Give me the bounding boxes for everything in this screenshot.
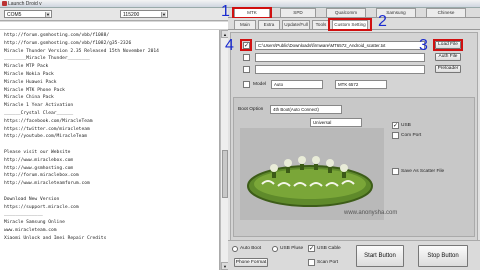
log-line: Miracle MTK Phone Pack bbox=[4, 87, 65, 93]
scatter-path-field[interactable]: C:\Users\Public\Downloads\firmware\MT657… bbox=[255, 41, 425, 50]
log-panel[interactable]: http://forum.gsmhosting.com/vbb/f1088/ht… bbox=[0, 30, 220, 270]
file-checkbox-3[interactable] bbox=[243, 66, 250, 73]
baud-combo-value: 115200 bbox=[123, 12, 140, 18]
annotation-2: 2 bbox=[378, 13, 387, 30]
logo-panel bbox=[240, 128, 384, 220]
tab-update-full[interactable]: Update/Full bbox=[282, 20, 310, 29]
highlight-box-2 bbox=[328, 18, 372, 31]
phone-format-button[interactable]: Phone Format bbox=[234, 258, 268, 267]
baud-combo[interactable]: 115200 ▼ bbox=[120, 10, 168, 18]
log-line: Miracle Thunder Version 2.35 Released 15… bbox=[4, 48, 159, 54]
port-combo-value: COM5 bbox=[7, 12, 22, 18]
chevron-down-icon[interactable]: ▼ bbox=[161, 12, 166, 17]
log-line: Miracle China Pack bbox=[4, 95, 54, 101]
scan-port-checkbox[interactable] bbox=[308, 259, 315, 266]
tab-chinese[interactable]: Chinese bbox=[426, 8, 466, 17]
bottom-bar: Auto Boot USB Pluse ✓ USB Cable Phone Fo… bbox=[228, 240, 480, 270]
tab-extra[interactable]: Extra bbox=[258, 20, 280, 29]
log-line: www.miracleteam.com bbox=[4, 227, 57, 233]
save-scatter-label: Save As Scatter File bbox=[401, 169, 445, 174]
right-panel: MTK SPD Qualcomm Samsung Chinese 1 Main … bbox=[221, 4, 480, 270]
preloader-path-field[interactable] bbox=[255, 65, 425, 74]
log-line: Miracle Huawei Pack bbox=[4, 79, 57, 85]
log-line: ______________ bbox=[4, 212, 43, 218]
anonysha-logo bbox=[247, 156, 373, 207]
start-button[interactable]: Start Button bbox=[356, 245, 404, 267]
chevron-down-icon[interactable]: ▼ bbox=[45, 12, 50, 17]
window-title: Launch Droid v bbox=[8, 1, 42, 7]
log-line: http://www.miraclebox.com bbox=[4, 157, 74, 163]
file-checkbox-1[interactable]: ✓ bbox=[243, 42, 250, 49]
log-header bbox=[0, 22, 228, 30]
auto-boot-radio[interactable] bbox=[232, 246, 238, 252]
annotation-4: 4 bbox=[225, 37, 234, 54]
com-port-label: Com Port bbox=[401, 133, 422, 138]
annotation-3: 3 bbox=[419, 37, 428, 54]
load-file-button[interactable]: Load File bbox=[435, 41, 461, 49]
options-panel: Boot Option 4th Boot(Auto Connect) Unive… bbox=[233, 97, 475, 237]
chip-combo[interactable]: MTK 6572 bbox=[335, 80, 387, 89]
usb-checkbox[interactable]: ✓ bbox=[392, 122, 399, 129]
boot-option-label: Boot Option bbox=[238, 107, 264, 112]
usb-cable-label: USB Cable bbox=[317, 246, 341, 251]
tab-main[interactable]: Main bbox=[234, 20, 256, 29]
port-combo[interactable]: COM5 ▼ bbox=[4, 10, 52, 18]
watermark-text: www.anonysha.com bbox=[344, 210, 398, 216]
log-line: Please visit our Website bbox=[4, 149, 71, 155]
left-toolbar: COM5 ▼ 115200 ▼ bbox=[0, 8, 228, 21]
log-line: http://forum.gsmhosting.com/vbb/f1088/ bbox=[4, 33, 110, 38]
tab-spd[interactable]: SPD bbox=[280, 8, 316, 17]
preloader-button[interactable]: Preloader bbox=[435, 65, 461, 73]
log-line: Miracle 1 Year Activation bbox=[4, 103, 74, 109]
log-line: https://support.miracle.com bbox=[4, 204, 79, 210]
model-checkbox[interactable] bbox=[243, 81, 250, 88]
log-line: ______Crystal Clear______ bbox=[4, 110, 74, 116]
usb-pluse-label: USB Pluse bbox=[280, 246, 304, 251]
auth-file-button[interactable]: Auth File bbox=[435, 53, 461, 61]
log-line: Miracle Nokia Pack bbox=[4, 71, 54, 77]
log-line: http://www.gsmhosting.com bbox=[4, 165, 74, 171]
app-icon bbox=[2, 1, 7, 6]
save-scatter-checkbox[interactable] bbox=[392, 168, 399, 175]
log-line: http://youtube.com/MiracleTeam bbox=[4, 134, 87, 140]
log-line: http://www.miracleteamforum.com bbox=[4, 181, 90, 187]
tab-qualcomm[interactable]: Qualcomm bbox=[326, 8, 366, 17]
auto-boot-label: Auto Boot bbox=[240, 246, 262, 251]
connection-combo[interactable]: Universal bbox=[310, 118, 362, 127]
file-checkbox-2[interactable] bbox=[243, 54, 250, 61]
model-combo[interactable]: Auto bbox=[271, 80, 323, 89]
log-line: ________Miracle Thunder________ bbox=[4, 56, 90, 62]
auth-path-field[interactable] bbox=[255, 53, 425, 62]
log-scrollbar[interactable]: ▲ ▼ bbox=[220, 30, 229, 270]
log-line: Xiaomi Unlock and Imei Repair Credits bbox=[4, 235, 107, 241]
com-port-checkbox[interactable] bbox=[392, 132, 399, 139]
log-line: http://forum.miraclebox.com bbox=[4, 173, 79, 179]
usb-label: USB bbox=[401, 123, 411, 128]
model-label: Model bbox=[253, 82, 267, 87]
log-line: https://facebook.com/MiracleTeam bbox=[4, 118, 93, 124]
usb-pluse-radio[interactable] bbox=[272, 246, 278, 252]
log-line: Miracle MTP Pack bbox=[4, 64, 49, 70]
usb-cable-checkbox[interactable]: ✓ bbox=[308, 245, 315, 252]
log-line: Download New Version bbox=[4, 196, 60, 202]
scan-port-label: Scan Port bbox=[317, 260, 339, 265]
custom-setting-panel: 4 ✓ C:\Users\Public\Downloads\firmware\M… bbox=[225, 32, 478, 270]
boot-option-combo[interactable]: 4th Boot(Auto Connect) bbox=[270, 105, 342, 114]
log-line: Miracle Samsung Online bbox=[4, 220, 65, 226]
stop-button[interactable]: Stop Button bbox=[418, 245, 468, 267]
log-line: http://forum.gsmhosting.com/vbb/f1082/g3… bbox=[4, 40, 132, 46]
log-line: https://twitter.com/miracleteam bbox=[4, 126, 90, 132]
